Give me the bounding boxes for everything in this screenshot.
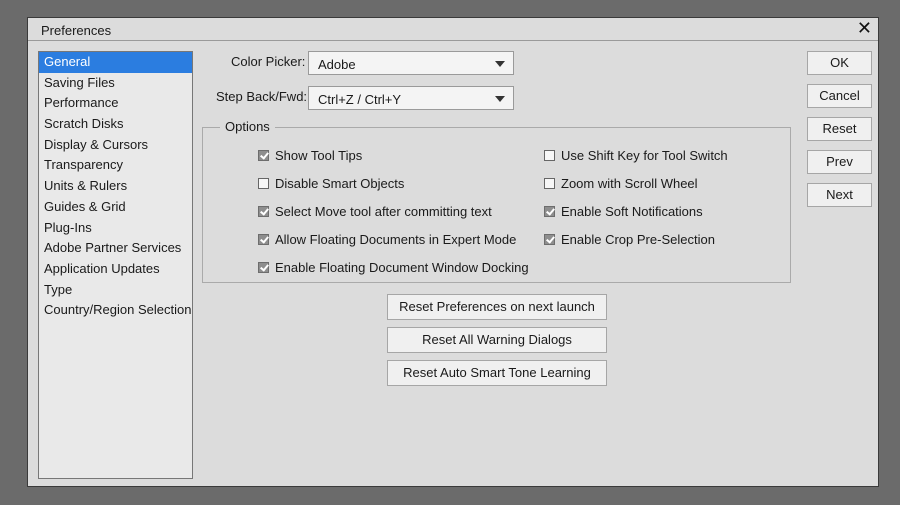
sidebar-item-plug-ins[interactable]: Plug-Ins xyxy=(39,218,192,239)
step-back-value: Ctrl+Z / Ctrl+Y xyxy=(318,92,402,107)
reset-preferences-button[interactable]: Reset Preferences on next launch xyxy=(387,294,607,320)
options-title: Options xyxy=(220,119,275,134)
sidebar-item-application-updates[interactable]: Application Updates xyxy=(39,259,192,280)
soft-notifications-checkbox[interactable]: Enable Soft Notifications xyxy=(544,204,703,219)
sidebar-item-performance[interactable]: Performance xyxy=(39,93,192,114)
ok-button[interactable]: OK xyxy=(807,51,872,75)
chevron-down-icon xyxy=(495,96,505,102)
chevron-down-icon xyxy=(495,61,505,67)
sidebar-item-scratch-disks[interactable]: Scratch Disks xyxy=(39,114,192,135)
color-picker-value: Adobe xyxy=(318,57,356,72)
zoom-scroll-wheel-checkbox[interactable]: Zoom with Scroll Wheel xyxy=(544,176,698,191)
floating-window-docking-checkbox[interactable]: Enable Floating Document Window Docking xyxy=(258,260,529,275)
sidebar-item-units-rulers[interactable]: Units & Rulers xyxy=(39,176,192,197)
close-icon[interactable]: ✕ xyxy=(857,18,872,39)
checkbox-label: Enable Soft Notifications xyxy=(561,204,703,219)
checkbox-checked-icon xyxy=(258,206,269,217)
checkbox-unchecked-icon xyxy=(544,178,555,189)
checkbox-unchecked-icon xyxy=(544,150,555,161)
step-back-select[interactable]: Ctrl+Z / Ctrl+Y xyxy=(308,86,514,110)
checkbox-checked-icon xyxy=(258,150,269,161)
step-back-label: Step Back/Fwd: xyxy=(216,89,308,104)
sidebar-item-saving-files[interactable]: Saving Files xyxy=(39,73,192,94)
options-group: Options Show Tool Tips Disable Smart Obj… xyxy=(202,119,791,283)
checkbox-label: Zoom with Scroll Wheel xyxy=(561,176,698,191)
checkbox-checked-icon xyxy=(544,234,555,245)
color-picker-select[interactable]: Adobe xyxy=(308,51,514,75)
sidebar-item-display-cursors[interactable]: Display & Cursors xyxy=(39,135,192,156)
sidebar-item-transparency[interactable]: Transparency xyxy=(39,155,192,176)
checkbox-checked-icon xyxy=(258,234,269,245)
reset-button[interactable]: Reset xyxy=(807,117,872,141)
cancel-button[interactable]: Cancel xyxy=(807,84,872,108)
checkbox-checked-icon xyxy=(544,206,555,217)
checkbox-label: Show Tool Tips xyxy=(275,148,363,163)
checkbox-label: Use Shift Key for Tool Switch xyxy=(561,148,728,163)
disable-smart-objects-checkbox[interactable]: Disable Smart Objects xyxy=(258,176,404,191)
sidebar-item-type[interactable]: Type xyxy=(39,280,192,301)
checkbox-unchecked-icon xyxy=(258,178,269,189)
checkbox-label: Select Move tool after committing text xyxy=(275,204,492,219)
reset-smart-tone-button[interactable]: Reset Auto Smart Tone Learning xyxy=(387,360,607,386)
select-move-tool-checkbox[interactable]: Select Move tool after committing text xyxy=(258,204,492,219)
next-button[interactable]: Next xyxy=(807,183,872,207)
checkbox-label: Disable Smart Objects xyxy=(275,176,405,191)
crop-preselection-checkbox[interactable]: Enable Crop Pre-Selection xyxy=(544,232,715,247)
sidebar-item-adobe-partner-services[interactable]: Adobe Partner Services xyxy=(39,238,192,259)
checkbox-checked-icon xyxy=(258,262,269,273)
allow-floating-docs-checkbox[interactable]: Allow Floating Documents in Expert Mode xyxy=(258,232,516,247)
dialog-title: Preferences xyxy=(41,23,112,38)
checkbox-label: Enable Crop Pre-Selection xyxy=(561,232,715,247)
title-bar: Preferences ✕ xyxy=(28,18,878,41)
show-tool-tips-checkbox[interactable]: Show Tool Tips xyxy=(258,148,362,163)
sidebar-item-guides-grid[interactable]: Guides & Grid xyxy=(39,197,192,218)
shift-key-tool-switch-checkbox[interactable]: Use Shift Key for Tool Switch xyxy=(544,148,728,163)
sidebar-item-country-region[interactable]: Country/Region Selection xyxy=(39,300,192,321)
checkbox-label: Allow Floating Documents in Expert Mode xyxy=(275,232,517,247)
category-list: General Saving Files Performance Scratch… xyxy=(38,51,193,479)
color-picker-label: Color Picker: xyxy=(231,54,306,69)
checkbox-label: Enable Floating Document Window Docking xyxy=(275,260,529,275)
preferences-dialog: Preferences ✕ General Saving Files Perfo… xyxy=(27,17,879,487)
prev-button[interactable]: Prev xyxy=(807,150,872,174)
sidebar-item-general[interactable]: General xyxy=(39,52,192,73)
reset-warning-dialogs-button[interactable]: Reset All Warning Dialogs xyxy=(387,327,607,353)
